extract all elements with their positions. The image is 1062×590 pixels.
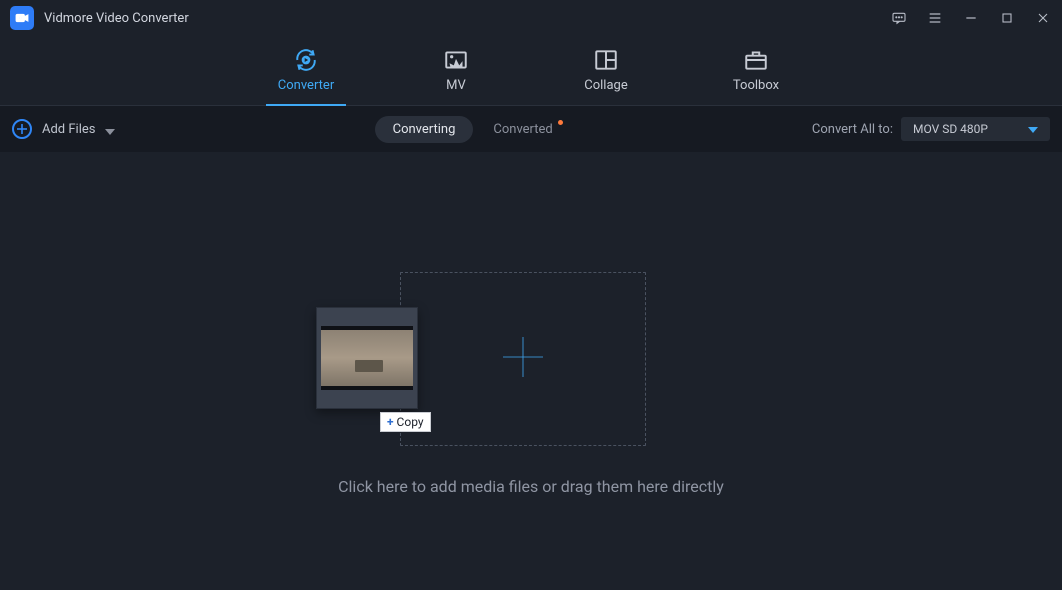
tab-mv[interactable]: MV xyxy=(416,36,496,105)
copy-cursor-badge: + Copy xyxy=(380,412,431,432)
close-button[interactable] xyxy=(1034,9,1052,27)
converting-tab[interactable]: Converting xyxy=(375,116,474,143)
mv-icon xyxy=(443,48,469,72)
plus-circle-icon xyxy=(12,119,32,139)
app-logo xyxy=(10,6,34,30)
status-tabs: Converting Converted xyxy=(375,116,553,143)
menu-icon[interactable] xyxy=(926,9,944,27)
convert-all-group: Convert All to: MOV SD 480P xyxy=(812,117,1050,141)
toolbar: Add Files Converting Converted Convert A… xyxy=(0,106,1062,152)
tab-label: Toolbox xyxy=(733,78,779,93)
tab-converter[interactable]: Converter xyxy=(266,36,346,105)
dropzone-hint: Click here to add media files or drag th… xyxy=(0,477,1062,496)
feedback-icon[interactable] xyxy=(890,9,908,27)
main-nav: Converter MV Collage xyxy=(0,36,1062,106)
tab-collage[interactable]: Collage xyxy=(566,36,646,105)
toolbox-icon xyxy=(743,48,769,72)
convert-all-label: Convert All to: xyxy=(812,122,893,137)
minimize-button[interactable] xyxy=(962,9,980,27)
collage-icon xyxy=(593,48,619,72)
chevron-down-icon xyxy=(105,120,115,139)
app-title: Vidmore Video Converter xyxy=(44,11,189,26)
tab-label: Collage xyxy=(584,78,627,93)
converting-label: Converting xyxy=(393,122,456,137)
notification-dot-icon xyxy=(558,120,563,125)
converted-label: Converted xyxy=(493,122,552,137)
format-select[interactable]: MOV SD 480P xyxy=(901,117,1050,141)
content-area: + Copy Click here to add media files or … xyxy=(0,152,1062,590)
plus-icon xyxy=(499,333,547,385)
maximize-button[interactable] xyxy=(998,9,1016,27)
tab-label: MV xyxy=(446,78,466,93)
converter-icon xyxy=(293,48,319,72)
tab-label: Converter xyxy=(278,78,334,93)
thumb-object xyxy=(355,360,383,372)
dragged-thumbnail[interactable] xyxy=(316,307,418,409)
add-files-button[interactable]: Add Files xyxy=(12,119,115,139)
copy-label: Copy xyxy=(397,415,424,429)
dropzone[interactable] xyxy=(400,272,646,446)
thumb-media xyxy=(321,330,413,386)
tab-toolbox[interactable]: Toolbox xyxy=(716,36,796,105)
titlebar: Vidmore Video Converter xyxy=(0,0,1062,36)
chevron-down-icon xyxy=(1028,122,1038,136)
window-controls xyxy=(890,9,1052,27)
thumb-letterbox-bottom xyxy=(321,386,413,390)
add-files-label: Add Files xyxy=(42,122,95,137)
camera-icon xyxy=(14,11,30,25)
plus-icon: + xyxy=(387,415,394,429)
titlebar-left: Vidmore Video Converter xyxy=(10,6,189,30)
format-value: MOV SD 480P xyxy=(913,122,988,136)
converted-tab[interactable]: Converted xyxy=(493,122,552,137)
